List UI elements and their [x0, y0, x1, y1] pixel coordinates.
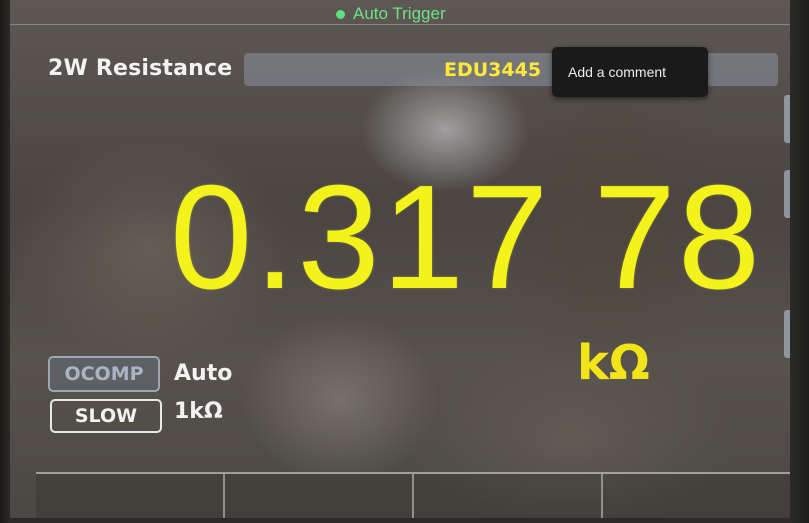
side-tab-2[interactable]: [784, 170, 790, 218]
model-name: EDU3445: [444, 59, 542, 81]
softkey-bar: [36, 472, 790, 518]
tooltip-text: Add a comment: [568, 64, 667, 80]
softkey-1[interactable]: [36, 474, 225, 518]
slow-badge[interactable]: SLOW: [50, 399, 162, 433]
measurement-function-title: 2W Resistance: [48, 56, 233, 81]
trigger-status: Auto Trigger: [336, 4, 446, 24]
measurement-reading: 0.317 78: [170, 155, 763, 320]
slow-badge-label: SLOW: [74, 405, 138, 427]
trigger-indicator-icon: [336, 9, 345, 19]
ocomp-badge-label: OCOMP: [64, 363, 144, 385]
side-tab-3[interactable]: [784, 310, 790, 358]
trigger-status-label: Auto Trigger: [353, 4, 446, 23]
softkey-3[interactable]: [414, 474, 603, 518]
add-comment-tooltip[interactable]: Add a comment: [552, 47, 708, 97]
softkey-4[interactable]: [603, 474, 790, 518]
ocomp-value: Auto: [174, 361, 233, 386]
ocomp-badge[interactable]: OCOMP: [48, 356, 160, 392]
softkey-2[interactable]: [225, 474, 414, 518]
range-value: 1kΩ: [174, 399, 223, 424]
status-divider: [10, 24, 790, 25]
measurement-unit: kΩ: [577, 335, 650, 391]
side-tab-1[interactable]: [784, 95, 790, 143]
